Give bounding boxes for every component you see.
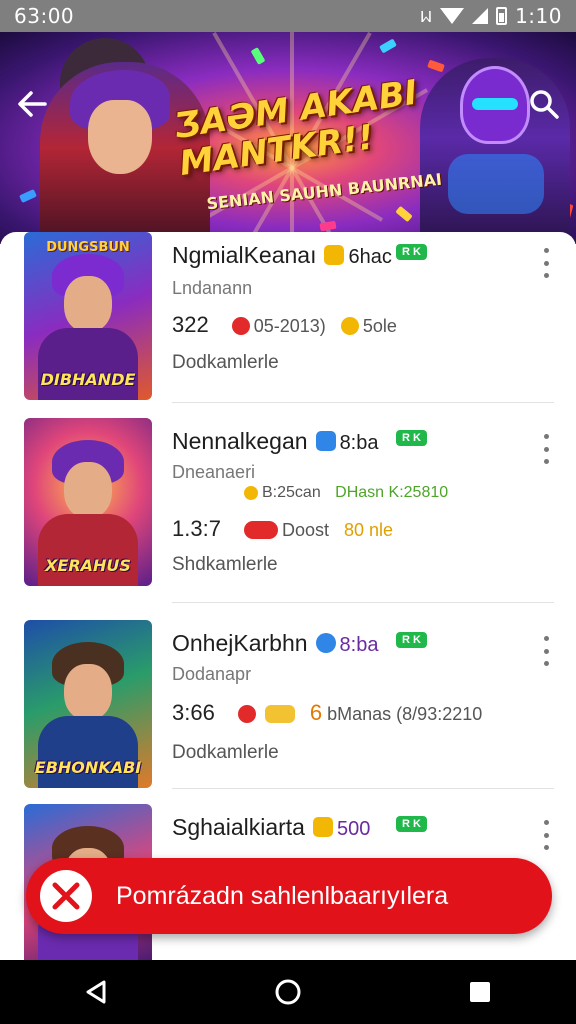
- coin-icon: [264, 705, 295, 723]
- divider: [172, 788, 554, 789]
- status-icons: ᥕ 1:10: [420, 4, 562, 28]
- date-icon: [243, 521, 278, 539]
- item-stats: 1.3:7 Doost 80 nle: [172, 516, 393, 542]
- divider: [172, 402, 554, 403]
- nav-back-button[interactable]: [66, 962, 126, 1022]
- nav-recents-square-icon: [470, 982, 490, 1002]
- item-subtitle: Lndanann: [172, 278, 253, 298]
- list-item[interactable]: XERAHUS Nennalkegan 8:ba R K Dneanaeri B:…: [0, 418, 576, 602]
- tag-icon: [312, 817, 333, 837]
- coin-icon: [340, 317, 359, 335]
- nav-home-button[interactable]: [258, 962, 318, 1022]
- item-footer: Dodkamlerle: [172, 742, 279, 763]
- search-icon: [530, 90, 559, 119]
- more-button[interactable]: [536, 248, 556, 278]
- more-vertical-icon: [543, 434, 549, 439]
- game-thumbnail[interactable]: XERAHUS: [24, 418, 152, 586]
- item-subtitle: Dneanaeri: [172, 462, 256, 482]
- item-extra1: B:25can: [262, 484, 321, 501]
- thumbnail-title: XERAHUS: [45, 556, 131, 575]
- search-button[interactable]: [524, 84, 564, 124]
- item-tag: 6hac: [348, 246, 392, 268]
- system-nav-bar: [0, 960, 576, 1024]
- item-meta2: bManas (8/93:2210: [327, 704, 483, 724]
- item-tag: 8:ba: [339, 634, 379, 656]
- item-footer: Dodkamlerle: [172, 352, 279, 373]
- nfc-icon: ᥕ: [420, 4, 433, 27]
- battery-icon: [496, 7, 508, 25]
- item-title: OnhejKarbhn: [172, 630, 308, 656]
- item-stats: 322 05-2013) 5ole: [172, 312, 397, 338]
- status-time-right: 1:10: [515, 4, 562, 28]
- coin-icon: [244, 486, 258, 500]
- nav-home-circle-icon: [275, 979, 301, 1005]
- thumbnail-title: DIBHANDE: [40, 370, 136, 389]
- tag-icon: [315, 633, 336, 653]
- item-extra2: DHasn K:25810: [335, 484, 449, 501]
- item-subtitle: Dodanapr: [172, 664, 252, 684]
- date-icon: [231, 317, 250, 335]
- item-title-row[interactable]: NgmialKeanaı 6hac: [172, 242, 392, 269]
- status-time: 63:00: [14, 4, 75, 28]
- list-item[interactable]: EBHONKABI OnhejKarbhn 8:ba R K Dodanapr 3…: [0, 620, 576, 804]
- item-title-row[interactable]: Sghaialkiarta 500: [172, 814, 370, 841]
- item-title: Sghaialkiarta: [172, 814, 305, 840]
- item-tag: 8:ba: [339, 432, 379, 454]
- game-thumbnail[interactable]: EBHONKABI: [24, 620, 152, 788]
- rating-badge: R K: [396, 632, 427, 648]
- date-icon: [237, 705, 256, 723]
- divider: [172, 602, 554, 603]
- item-title: Nennalkegan: [172, 428, 308, 454]
- item-number: 1.3:7: [172, 516, 221, 541]
- item-tag: 500: [336, 818, 371, 840]
- item-meta1: Doost: [281, 520, 329, 540]
- wifi-icon: [440, 8, 465, 24]
- nav-recents-button[interactable]: [450, 962, 510, 1022]
- more-vertical-icon: [543, 248, 549, 253]
- more-vertical-icon: [543, 636, 549, 641]
- banner-title: ƷAƏM AKABI MANTKR!!: [172, 73, 430, 184]
- app-list[interactable]: DUNGSBUN DIBHANDE NgmialKeanaı 6hac R K L…: [0, 232, 576, 960]
- game-thumbnail[interactable]: DUNGSBUN DIBHANDE: [24, 232, 152, 400]
- nav-back-triangle-icon: [86, 980, 106, 1004]
- item-stats: 3:66 6 bManas (8/93:2210: [172, 700, 482, 726]
- item-meta1: 05-2013): [253, 316, 326, 336]
- list-item[interactable]: DUNGSBUN DIBHANDE NgmialKeanaı 6hac R K L…: [0, 232, 576, 416]
- thumbnail-top-text: DUNGSBUN: [46, 240, 130, 255]
- more-button[interactable]: [536, 820, 556, 850]
- item-meta1: 6: [309, 700, 323, 725]
- back-button[interactable]: [12, 84, 52, 124]
- toast-message: Pomrázadn sahlenlbaarıyılera: [116, 881, 449, 910]
- error-x-icon: [40, 870, 92, 922]
- error-toast[interactable]: Pomrázadn sahlenlbaarıyılera: [26, 858, 552, 934]
- more-button[interactable]: [536, 636, 556, 666]
- item-title-row[interactable]: Nennalkegan 8:ba: [172, 428, 379, 455]
- tag-icon: [324, 245, 345, 265]
- more-vertical-icon: [543, 820, 549, 825]
- thumbnail-title: EBHONKABI: [34, 758, 142, 777]
- item-extra: B:25can DHasn K:25810: [244, 484, 448, 502]
- item-footer: Shdkamlerle: [172, 554, 278, 575]
- rating-badge: R K: [396, 430, 427, 446]
- hero-banner: ƷAƏM AKABI MANTKR!! SENIAN SAUHN BAUNRNA…: [0, 32, 576, 244]
- item-title-row[interactable]: OnhejKarbhn 8:ba: [172, 630, 378, 657]
- rating-badge: R K: [396, 244, 427, 260]
- more-button[interactable]: [536, 434, 556, 464]
- back-arrow-icon: [18, 91, 47, 117]
- item-number: 3:66: [172, 700, 215, 725]
- signal-icon: [472, 8, 489, 24]
- rating-badge: R K: [396, 816, 427, 832]
- tag-icon: [315, 431, 336, 451]
- banner-subtitle: SENIAN SAUHN BAUNRNAI: [205, 169, 443, 214]
- item-title: NgmialKeanaı: [172, 242, 317, 268]
- status-bar: 63:00 ᥕ 1:10: [0, 0, 576, 32]
- item-meta2: 5ole: [362, 316, 397, 336]
- item-number: 322: [172, 312, 209, 337]
- item-meta2: 80 nle: [344, 520, 394, 540]
